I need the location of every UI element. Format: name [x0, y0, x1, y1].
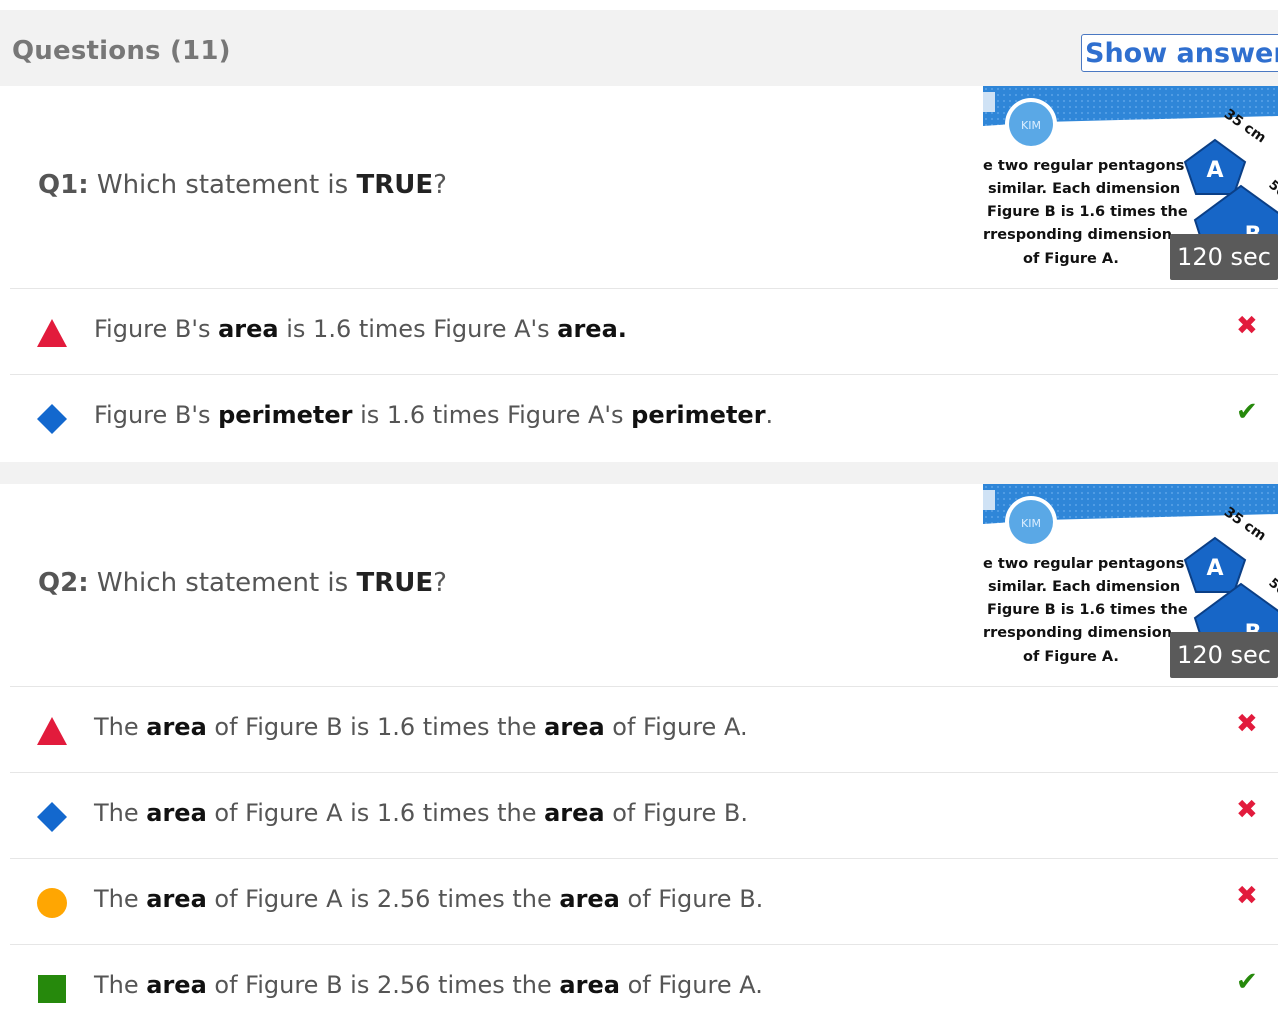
image-logo-text: KIM [1021, 119, 1041, 132]
answer-row[interactable]: The area of Figure A is 2.56 times the a… [10, 858, 1278, 944]
answer-text-bold: perimeter [218, 401, 353, 429]
answer-text-bold: area [146, 885, 207, 913]
image-text-line: e two regular pentagons [983, 556, 1184, 572]
question-card-1: Q1: Which statement is TRUE? KIM e two r… [10, 86, 1278, 462]
answer-text-part: of Figure A. [604, 713, 748, 741]
answer-text-bold: area [544, 713, 605, 741]
question-text-part: ? [433, 568, 447, 598]
answer-text-part: of Figure A is 2.56 times the [206, 885, 560, 913]
answer-text-bold: area [218, 315, 279, 343]
answer-text-part: of Figure B is 1.6 times the [206, 713, 545, 741]
answer-text: The area of Figure A is 2.56 times the a… [94, 885, 763, 913]
question-text: Q2: Which statement is TRUE? [38, 568, 447, 598]
questions-count-title: Questions (11) [12, 36, 231, 66]
answer-text-part: is 1.6 times Figure A's [278, 315, 558, 343]
image-text-line: similar. Each dimension [988, 579, 1180, 595]
pentagon-a-label: A [1206, 556, 1223, 581]
answer-text: The area of Figure B is 2.56 times the a… [94, 971, 763, 999]
incorrect-icon: ✖ [1236, 311, 1258, 341]
answer-text-part: of Figure B. [604, 799, 748, 827]
answer-row[interactable]: Figure B's area is 1.6 times Figure A's … [10, 288, 1278, 374]
answer-text-part: The [94, 971, 147, 999]
question-text-part: ? [433, 170, 447, 200]
question-number: Q2: [38, 568, 89, 598]
image-text-line: of Figure A. [1023, 251, 1119, 267]
square-icon [38, 975, 66, 1003]
correct-check-icon: ✔ [1236, 967, 1258, 997]
answer-text-part: . [765, 401, 774, 429]
correct-check-icon: ✔ [1236, 397, 1258, 427]
answer-row[interactable]: Figure B's perimeter is 1.6 times Figure… [10, 374, 1278, 460]
question-row[interactable]: Q2: Which statement is TRUE? KIM e two r… [10, 484, 1278, 686]
image-text-line: Figure B is 1.6 times the [987, 204, 1188, 220]
answer-text-part: of Figure B is 2.56 times the [206, 971, 560, 999]
show-answers-button[interactable]: Show answers [1081, 34, 1278, 72]
pentagon-b-dimension: 56 [1265, 178, 1278, 201]
answer-text-bold: area [146, 971, 207, 999]
answer-text-bold: area [146, 713, 207, 741]
question-timer: 120 sec [1170, 234, 1278, 280]
answer-text-bold: perimeter [631, 401, 766, 429]
pentagon-b-dimension: 56 [1265, 576, 1278, 599]
answer-text: The area of Figure A is 1.6 times the ar… [94, 799, 748, 827]
questions-header: Questions (11) Show answers [0, 10, 1278, 86]
answer-text-part: of Figure B. [619, 885, 764, 913]
question-text-part: Which statement is [88, 170, 357, 200]
image-text-line: Figure B is 1.6 times the [987, 602, 1188, 618]
answer-text-part: The [94, 713, 147, 741]
question-row[interactable]: Q1: Which statement is TRUE? KIM e two r… [10, 86, 1278, 288]
image-text-line: of Figure A. [1023, 649, 1119, 665]
question-number: Q1: [38, 170, 89, 200]
answer-text-bold: area [559, 971, 620, 999]
question-timer: 120 sec [1170, 632, 1278, 678]
answer-text: The area of Figure B is 1.6 times the ar… [94, 713, 748, 741]
answer-text-part: of Figure A is 1.6 times the [206, 799, 545, 827]
question-card-2: Q2: Which statement is TRUE? KIM e two r… [10, 484, 1278, 1028]
image-text-line: similar. Each dimension [988, 181, 1180, 197]
incorrect-icon: ✖ [1236, 881, 1258, 911]
answer-text: Figure B's area is 1.6 times Figure A's … [94, 315, 627, 343]
pentagon-a-label: A [1206, 158, 1223, 183]
question-text-bold: TRUE [356, 568, 434, 598]
answer-text-part: The [94, 885, 147, 913]
diamond-icon [37, 404, 67, 434]
answer-row[interactable]: The area of Figure A is 1.6 times the ar… [10, 772, 1278, 858]
answer-text-part: Figure B's [94, 401, 219, 429]
answer-text-bold: area. [557, 315, 627, 343]
image-text-line: e two regular pentagons [983, 158, 1184, 174]
answer-text-bold: area [559, 885, 620, 913]
answer-text-bold: area [146, 799, 207, 827]
circle-icon [37, 888, 67, 918]
image-logo-text: KIM [1021, 517, 1041, 530]
answer-row[interactable]: The area of Figure B is 2.56 times the a… [10, 944, 1278, 1030]
triangle-icon [37, 717, 67, 745]
triangle-icon [37, 319, 67, 347]
card-gap [0, 462, 1278, 484]
answer-text: Figure B's perimeter is 1.6 times Figure… [94, 401, 773, 429]
question-text-bold: TRUE [356, 170, 434, 200]
top-strip [0, 0, 1278, 10]
answer-text-part: of Figure A. [619, 971, 763, 999]
question-text-part: Which statement is [88, 568, 357, 598]
image-text-line: rresponding dimension [983, 625, 1172, 641]
answer-row[interactable]: The area of Figure B is 1.6 times the ar… [10, 686, 1278, 772]
answer-text-part: Figure B's [94, 315, 219, 343]
answer-text-part: The [94, 799, 147, 827]
answer-text-part: is 1.6 times Figure A's [352, 401, 632, 429]
incorrect-icon: ✖ [1236, 795, 1258, 825]
answer-text-bold: area [544, 799, 605, 827]
diamond-icon [37, 802, 67, 832]
question-text: Q1: Which statement is TRUE? [38, 170, 447, 200]
image-text-line: rresponding dimension [983, 227, 1172, 243]
incorrect-icon: ✖ [1236, 709, 1258, 739]
